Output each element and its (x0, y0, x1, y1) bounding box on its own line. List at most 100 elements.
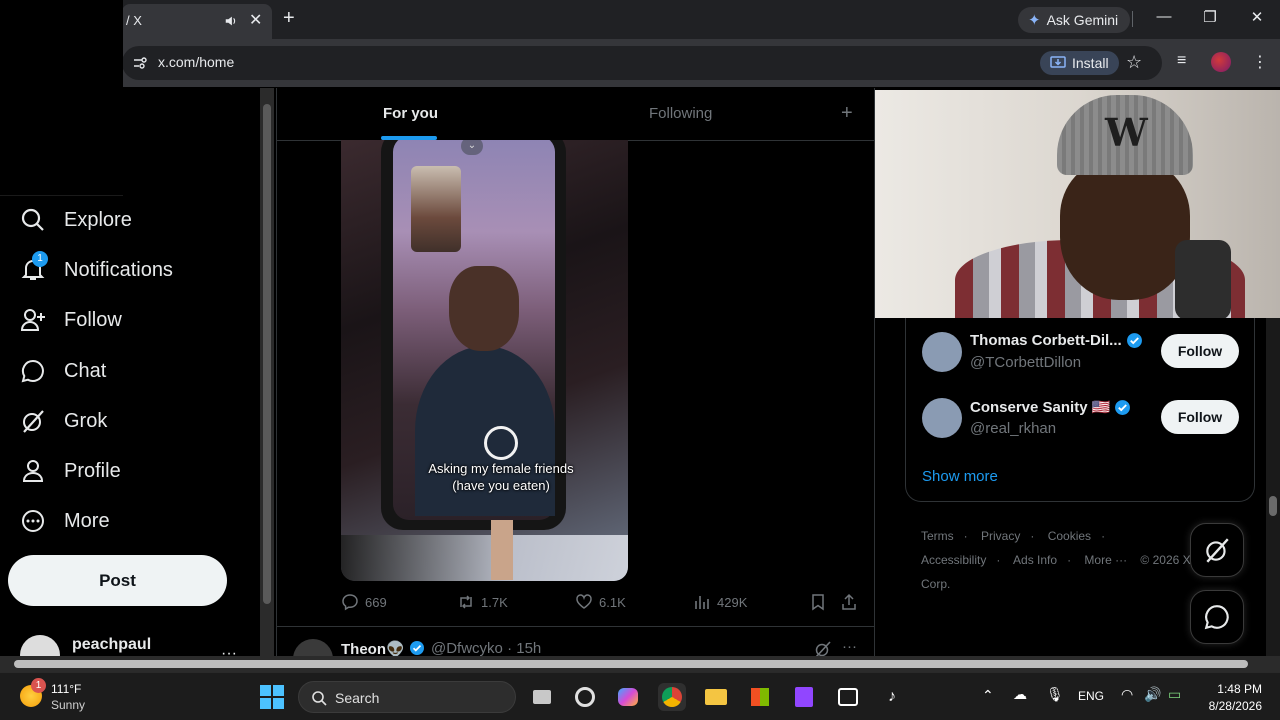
left-scrollbar[interactable] (260, 88, 274, 656)
restore-icon[interactable]: ❐ (1198, 8, 1222, 26)
footer-links: Terms · Privacy · Cookies · Accessibility · … (921, 524, 1191, 596)
twitch-app-icon[interactable] (790, 683, 818, 711)
chrome-app-icon[interactable] (658, 683, 686, 711)
chat-icon (21, 359, 44, 383)
tiktok-app-icon[interactable]: ♪ (878, 683, 906, 711)
like-button[interactable]: 6.1K (575, 593, 626, 611)
right-scrollbar[interactable] (1266, 318, 1280, 656)
site-info-icon[interactable] (132, 55, 148, 71)
weather-temperature[interactable]: 111°F (51, 682, 81, 696)
media-control-icon[interactable]: ≡ (1177, 52, 1186, 70)
next-post-author[interactable]: Theon👽 (341, 640, 425, 656)
footer-link-ads-info[interactable]: Ads Info (1013, 553, 1057, 567)
install-app-button[interactable]: Install (1040, 51, 1119, 75)
follow-suggestion-name[interactable]: Thomas Corbett-Dil... (970, 332, 1143, 349)
nav-chat[interactable]: Chat (20, 351, 106, 391)
nav-more[interactable]: More (20, 501, 110, 541)
post-button[interactable]: Post (8, 555, 227, 606)
post-divider (277, 626, 874, 627)
follow-button[interactable]: Follow (1161, 334, 1239, 368)
views-button[interactable]: 429K (693, 593, 747, 611)
language-indicator[interactable]: ENG (1078, 689, 1104, 703)
nav-profile[interactable]: Profile (20, 451, 121, 491)
browser-menu-icon[interactable]: ⋮ (1252, 52, 1268, 72)
ask-gemini-button[interactable]: ✦ Ask Gemini (1018, 7, 1131, 33)
nav-explore[interactable]: Explore (20, 200, 132, 240)
bell-icon: 1 (20, 251, 48, 283)
next-post-handle[interactable]: @Dfwcyko · 15h (431, 640, 541, 656)
copilot-app-icon[interactable] (614, 683, 642, 711)
follow-suggestion-name[interactable]: Conserve Sanity 🇺🇸 (970, 398, 1131, 416)
next-post-more-icon[interactable]: ··· (842, 638, 857, 655)
chat-icon (1204, 605, 1229, 630)
clock-date[interactable]: 8/28/2026 (1196, 699, 1262, 713)
repost-button[interactable]: 1.7K (457, 593, 508, 611)
speaker-icon[interactable] (224, 14, 238, 28)
address-bar[interactable]: x.com/home Install ☆ (122, 46, 1162, 80)
footer-link-more[interactable]: More ··· (1084, 553, 1127, 567)
footer-link-cookies[interactable]: Cookies (1048, 529, 1091, 543)
footer-link-privacy[interactable]: Privacy (981, 529, 1020, 543)
account-name[interactable]: peachpaul (72, 636, 151, 654)
add-tab-icon[interactable]: + (841, 102, 853, 125)
close-window-icon[interactable]: ✕ (1245, 8, 1269, 26)
footer-link-accessibility[interactable]: Accessibility (921, 553, 986, 567)
follow-button[interactable]: Follow (1161, 400, 1239, 434)
browser-tabstrip: / X ✕ + ✦ Ask Gemini — ❐ ✕ (0, 0, 1280, 39)
post-video[interactable]: ⌄ Asking my female friends (have you eat… (341, 140, 628, 581)
capcut-app-icon[interactable] (834, 683, 862, 711)
microsoft-store-icon[interactable] (746, 683, 774, 711)
video-caption-line2: (have you eaten) (452, 478, 550, 493)
onedrive-icon[interactable]: ☁ (1013, 686, 1027, 703)
right-scroll-thumb[interactable] (1269, 496, 1277, 516)
tab-following[interactable]: Following (649, 105, 712, 122)
clock-time[interactable]: 1:48 PM (1210, 682, 1262, 696)
wifi-icon[interactable]: ◠ (1121, 686, 1133, 703)
reply-button[interactable]: 669 (341, 593, 387, 611)
next-post-avatar[interactable] (293, 639, 333, 656)
verified-badge-icon (409, 641, 424, 655)
obs-app-icon[interactable] (571, 683, 599, 711)
nav-notifications[interactable]: 1 Notifications (20, 250, 173, 290)
weather-condition[interactable]: Sunny (51, 698, 85, 712)
record-ring-icon (484, 426, 518, 460)
bookmark-star-icon[interactable]: ☆ (1126, 52, 1142, 73)
browser-tab-x[interactable]: / X ✕ (122, 4, 272, 39)
close-tab-icon[interactable]: ✕ (249, 12, 262, 30)
task-view-icon[interactable] (528, 683, 556, 711)
share-button[interactable] (840, 593, 858, 611)
follow-suggestion-avatar[interactable] (922, 332, 962, 372)
nav-explore-label: Explore (64, 208, 132, 231)
follow-suggestion-avatar[interactable] (922, 398, 962, 438)
new-tab-button[interactable]: + (283, 8, 295, 28)
battery-icon[interactable]: ▭ (1168, 686, 1181, 703)
video-background (341, 535, 628, 581)
file-explorer-icon[interactable] (702, 683, 730, 711)
horizontal-scrollbar[interactable] (0, 656, 1280, 672)
nav-follow[interactable]: Follow (20, 300, 122, 340)
volume-icon[interactable]: 🔊 (1144, 686, 1161, 703)
messages-fab-button[interactable] (1190, 590, 1244, 644)
nav-profile-label: Profile (64, 459, 121, 482)
left-scroll-thumb[interactable] (263, 104, 271, 604)
bookmark-icon (812, 594, 824, 611)
windows-start-button[interactable] (260, 685, 284, 709)
horizontal-scroll-thumb[interactable] (14, 660, 1248, 668)
tray-overflow-icon[interactable]: ⌃ (982, 687, 994, 704)
bookmark-button[interactable] (809, 593, 827, 611)
tab-for-you[interactable]: For you (383, 105, 438, 122)
footer-link-terms[interactable]: Terms (921, 529, 954, 543)
url-text[interactable]: x.com/home (158, 54, 234, 70)
show-more-link[interactable]: Show more (922, 468, 998, 485)
notification-badge: 1 (32, 251, 48, 267)
grok-fab-button[interactable] (1190, 523, 1244, 577)
nav-grok[interactable]: Grok (20, 401, 107, 441)
follow-suggestion-handle[interactable]: @TCorbettDillon (970, 354, 1081, 371)
grok-icon[interactable] (814, 640, 832, 656)
follow-suggestion-handle[interactable]: @real_rkhan (970, 420, 1056, 437)
browser-profile-avatar[interactable] (1211, 52, 1231, 72)
minimize-icon[interactable]: — (1152, 8, 1176, 25)
microphone-icon[interactable]: 🎙 (1046, 686, 1064, 703)
chevron-down-icon: ⌄ (461, 140, 483, 155)
taskbar-search-box[interactable]: Search (298, 681, 516, 713)
